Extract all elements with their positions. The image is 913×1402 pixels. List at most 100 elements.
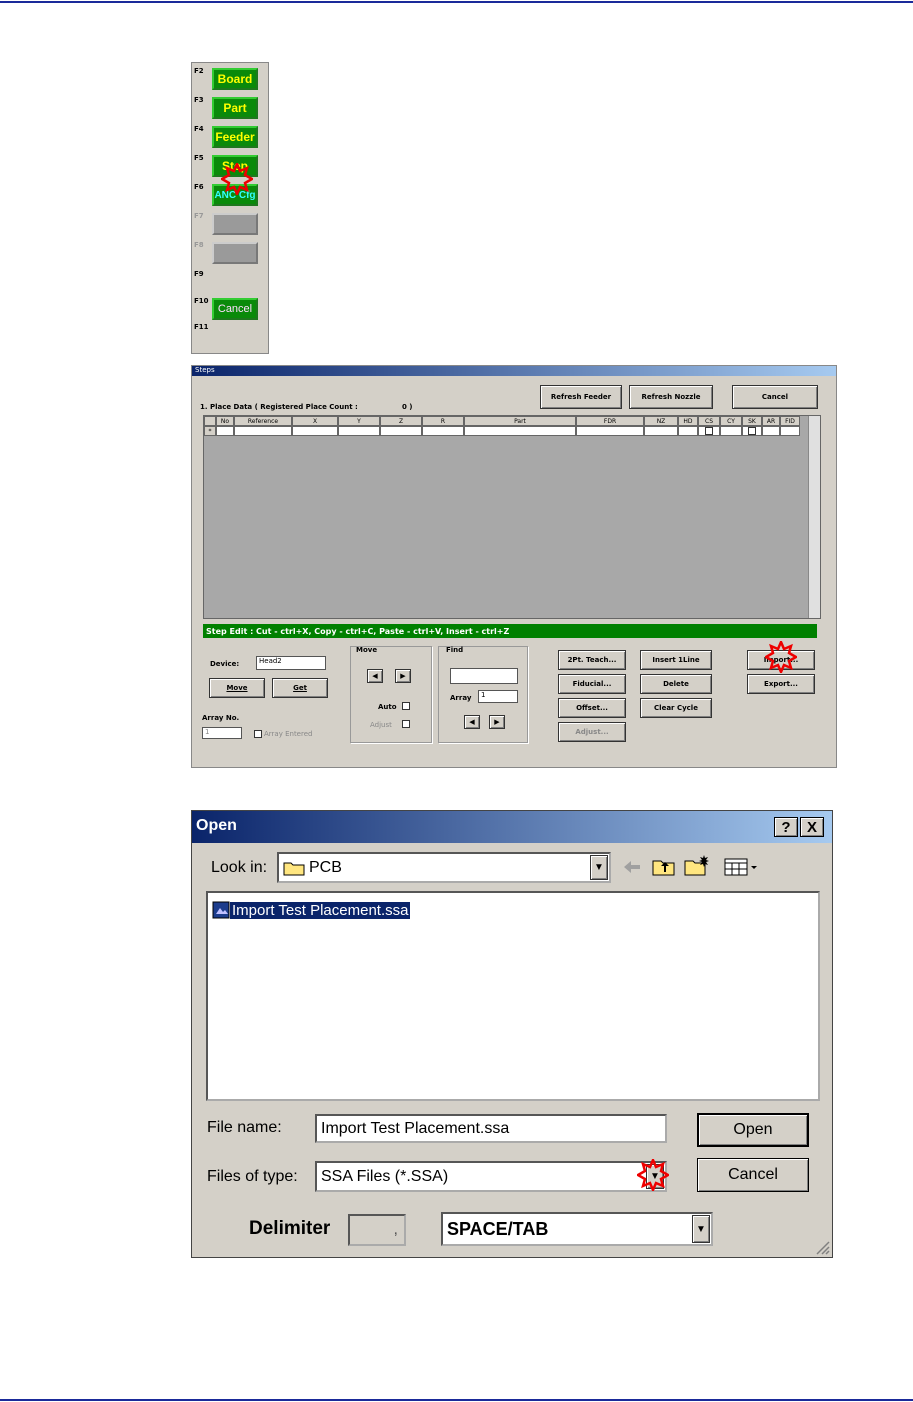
grid-header: No Reference X Y Z R Part FDR NZ HD CS C… [204,416,800,426]
fkey-label: F4 [194,125,204,133]
page-bottom-rule [0,1399,913,1401]
place-data-grid[interactable]: No Reference X Y Z R Part FDR NZ HD CS C… [203,415,821,619]
files-of-type-label: Files of type: [207,1168,298,1185]
insert-line-button[interactable]: Insert 1Line [640,650,712,670]
delimiter-select[interactable]: SPACE/TAB ▼ [441,1212,713,1246]
table-row[interactable]: * [204,426,800,436]
col-r[interactable]: R [422,416,464,426]
delimiter-char-input[interactable]: , [348,1214,406,1246]
adjust-label: Adjust [370,721,392,729]
up-folder-icon[interactable] [652,856,676,876]
refresh-nozzle-button[interactable]: Refresh Nozzle [629,385,713,409]
chevron-down-icon[interactable]: ▼ [590,855,608,880]
chevron-down-icon[interactable]: ▼ [692,1215,710,1243]
array-select[interactable]: 1 [478,690,518,703]
fkey-row-f8: F8 [192,239,268,267]
col-fdr[interactable]: FDR [576,416,644,426]
col-z[interactable]: Z [380,416,422,426]
get-button[interactable]: Get [272,678,328,698]
part-button[interactable]: Part [212,97,258,119]
fkey-row-f11: F11 [192,321,268,349]
folder-icon [283,862,305,875]
cs-checkbox[interactable] [705,427,713,435]
col-part[interactable]: Part [464,416,576,426]
highlight-marker-icon [221,163,253,195]
close-button[interactable]: X [800,817,824,837]
function-key-panel: F2 Board F3 Part F4 Feeder F5 Step F6 AN… [191,62,269,354]
file-name-input[interactable]: Import Test Placement.ssa [315,1114,667,1143]
col-nz[interactable]: NZ [644,416,678,426]
array-entered-checkbox[interactable] [254,730,262,738]
col-reference[interactable]: Reference [234,416,292,426]
export-button[interactable]: Export... [747,674,815,694]
delimiter-value: SPACE/TAB [447,1218,549,1239]
place-data-label: 1. Place Data ( Registered Place Count : [200,403,358,411]
find-right-button[interactable]: ▶ [489,715,505,729]
fkey-row-feeder: F4 Feeder [192,123,268,151]
col-x[interactable]: X [292,416,338,426]
step-edit-status-bar: Step Edit : Cut - ctrl+X, Copy - ctrl+C,… [203,624,817,638]
file-name-value: Import Test Placement.ssa [321,1119,510,1137]
steps-cancel-button[interactable]: Cancel [732,385,818,409]
move-right-button[interactable]: ▶ [395,669,411,683]
adjust-button[interactable]: Adjust... [558,722,626,742]
col-ar[interactable]: AR [762,416,780,426]
cancel-button[interactable]: Cancel [697,1158,809,1192]
array-no-value: 1 [205,728,210,736]
col-cs[interactable]: CS [698,416,720,426]
fiducial-button[interactable]: Fiducial... [558,674,626,694]
col-hd[interactable]: HD [678,416,698,426]
array-no-label: Array No. [202,714,240,722]
array-no-select[interactable]: 1 [202,727,242,739]
move-button[interactable]: Move [209,678,265,698]
file-name-item: Import Test Placement.ssa [230,901,411,919]
feeder-button[interactable]: Feeder [212,126,258,148]
row-marker: * [204,426,216,436]
fkey-row-part: F3 Part [192,94,268,122]
list-item[interactable]: Import Test Placement.ssa [212,901,411,919]
f7-button [212,213,258,235]
open-dialog-title-bar: Open ? X [192,811,832,843]
auto-checkbox[interactable] [402,702,410,710]
files-of-type-select[interactable]: SSA Files (*.SSA) ▼ [315,1161,667,1192]
help-button[interactable]: ? [774,817,798,837]
file-icon [212,901,230,919]
delete-button[interactable]: Delete [640,674,712,694]
adjust-checkbox[interactable] [402,720,410,728]
fkey-label: F7 [194,212,204,220]
grid-corner [204,416,216,426]
open-button[interactable]: Open [697,1113,809,1147]
view-menu-icon[interactable] [724,858,762,876]
refresh-feeder-button[interactable]: Refresh Feeder [540,385,622,409]
file-name-label: File name: [207,1119,282,1136]
col-sk[interactable]: SK [742,416,762,426]
device-label: Device: [210,660,240,668]
cancel-fkey-button[interactable]: Cancel [212,298,258,320]
grid-scrollbar[interactable] [808,416,820,618]
delimiter-label: Delimiter [249,1218,331,1239]
2pt-teach-button[interactable]: 2Pt. Teach... [558,650,626,670]
resize-grip-icon[interactable] [814,1239,830,1255]
clear-cycle-button[interactable]: Clear Cycle [640,698,712,718]
back-arrow-icon[interactable] [622,859,642,875]
col-y[interactable]: Y [338,416,380,426]
array-label: Array [450,694,472,702]
offset-button[interactable]: Offset... [558,698,626,718]
col-no[interactable]: No [216,416,234,426]
find-left-button[interactable]: ◀ [464,715,480,729]
fkey-row-board: F2 Board [192,65,268,93]
move-left-button[interactable]: ◀ [367,669,383,683]
new-folder-icon[interactable] [684,854,710,876]
look-in-select[interactable]: PCB ▼ [277,852,611,883]
sk-checkbox[interactable] [748,427,756,435]
page-top-rule [0,1,913,3]
steps-window: Steps 1. Place Data ( Registered Place C… [191,365,837,768]
fkey-row-cancel: F10 Cancel [192,295,268,323]
board-button[interactable]: Board [212,68,258,90]
device-select[interactable]: Head2 [256,656,326,670]
col-cy[interactable]: CY [720,416,742,426]
array-value: 1 [481,691,486,699]
find-input[interactable] [450,668,518,684]
col-fid[interactable]: FID [780,416,800,426]
file-list[interactable]: Import Test Placement.ssa [206,891,820,1101]
